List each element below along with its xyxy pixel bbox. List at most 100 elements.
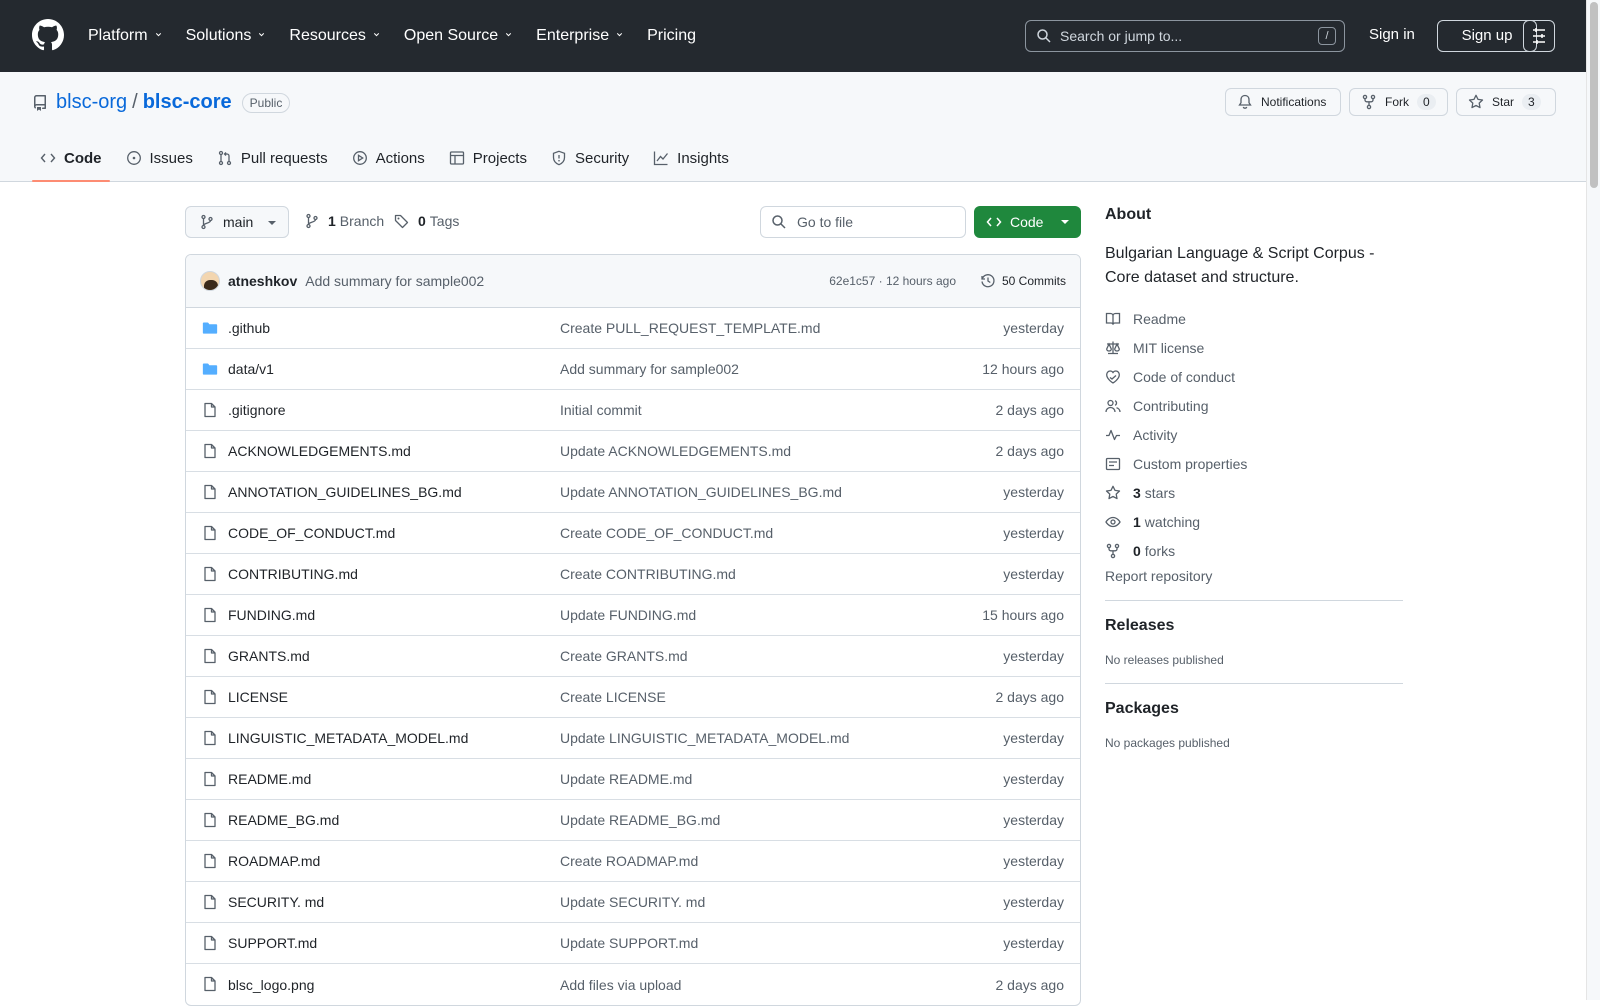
file-name-link[interactable]: .github	[228, 320, 270, 336]
table-row[interactable]: blsc_logo.png Add files via upload 2 days …	[186, 964, 1080, 1005]
table-row[interactable]: CODE_OF_CONDUCT.md Create CODE_OF_CONDUCT…	[186, 513, 1080, 554]
file-commit-message[interactable]: Add files via upload	[560, 977, 681, 993]
sign-in-link[interactable]: Sign in	[1369, 26, 1415, 43]
about-link-readme[interactable]: Readme	[1105, 304, 1403, 333]
file-name-link[interactable]: README.md	[228, 771, 311, 787]
file-name-link[interactable]: GRANTS.md	[228, 648, 310, 664]
search-input[interactable]: Search or jump to... /	[1025, 20, 1345, 52]
file-commit-message[interactable]: Update README_BG.md	[560, 812, 720, 828]
file-commit-message[interactable]: Update FUNDING.md	[560, 607, 696, 623]
tab-code[interactable]: Code	[32, 134, 110, 182]
file-name-link[interactable]: data/v1	[228, 361, 274, 377]
file-commit-message[interactable]: Update ACKNOWLEDGEMENTS.md	[560, 443, 791, 459]
commit-author[interactable]: atneshkov	[228, 273, 297, 289]
tag-label: Tags	[429, 213, 460, 229]
table-row[interactable]: README.md Update README.md yesterday	[186, 759, 1080, 800]
topnav-item-pricing[interactable]: Pricing	[647, 27, 696, 45]
file-commit-message[interactable]: Initial commit	[560, 402, 642, 418]
commit-sha-time[interactable]: 62e1c57 · 12 hours ago	[829, 274, 956, 288]
table-row[interactable]: GRANTS.md Create GRANTS.md yesterday	[186, 636, 1080, 677]
repo-name-link[interactable]: blsc-core	[143, 91, 232, 114]
file-name-link[interactable]: .gitignore	[228, 402, 286, 418]
file-commit-message[interactable]: Update LINGUISTIC_METADATA_MODEL.md	[560, 730, 849, 746]
file-name-link[interactable]: SUPPORT.md	[228, 935, 317, 951]
file-commit-message[interactable]: Create ROADMAP.md	[560, 853, 698, 869]
about-link-code-of-conduct[interactable]: Code of conduct	[1105, 362, 1403, 391]
file-name-link[interactable]: CONTRIBUTING.md	[228, 566, 358, 582]
github-logo-icon[interactable]	[32, 19, 64, 51]
file-commit-message[interactable]: Add summary for sample002	[560, 361, 739, 377]
topnav-item-resources[interactable]: Resources	[289, 27, 383, 45]
fork-button[interactable]: Fork 0	[1349, 88, 1448, 116]
table-row[interactable]: .gitignore Initial commit 2 days ago	[186, 390, 1080, 431]
topnav-item-enterprise[interactable]: Enterprise	[536, 27, 627, 45]
releases-title[interactable]: Releases	[1105, 617, 1403, 635]
tab-projects[interactable]: Projects	[441, 134, 535, 182]
file-name-link[interactable]: FUNDING.md	[228, 607, 315, 623]
about-link-stars[interactable]: 3 stars	[1105, 478, 1403, 507]
star-button[interactable]: Star 3	[1456, 88, 1556, 116]
file-name-link[interactable]: ROADMAP.md	[228, 853, 320, 869]
file-name-link[interactable]: blsc_logo.png	[228, 977, 314, 993]
branches-link[interactable]: 1 Branch	[304, 213, 384, 229]
sign-up-button[interactable]: Sign up	[1437, 20, 1537, 52]
about-link-contributing[interactable]: Contributing	[1105, 391, 1403, 420]
table-row[interactable]: SECURITY. md Update SECURITY. md yesterday	[186, 882, 1080, 923]
repo-owner-link[interactable]: blsc-org	[56, 91, 127, 114]
table-row[interactable]: CONTRIBUTING.md Create CONTRIBUTING.md yes…	[186, 554, 1080, 595]
file-commit-message[interactable]: Create CODE_OF_CONDUCT.md	[560, 525, 773, 541]
file-name-link[interactable]: ACKNOWLEDGEMENTS.md	[228, 443, 411, 459]
tab-pull-requests[interactable]: Pull requests	[209, 134, 336, 182]
table-row[interactable]: .github Create PULL_REQUEST_TEMPLATE.md ye…	[186, 308, 1080, 349]
page-scrollbar[interactable]	[1586, 0, 1600, 1000]
table-row[interactable]: LINGUISTIC_METADATA_MODEL.md Update LINGU…	[186, 718, 1080, 759]
report-repository-link[interactable]: Report repository	[1105, 568, 1403, 584]
tab-security[interactable]: Security	[543, 134, 637, 182]
table-row[interactable]: LICENSE Create LICENSE 2 days ago	[186, 677, 1080, 718]
scrollbar-thumb[interactable]	[1590, 2, 1598, 188]
about-link-custom-properties[interactable]: Custom properties	[1105, 449, 1403, 478]
table-row[interactable]: SUPPORT.md Update SUPPORT.md yesterday	[186, 923, 1080, 964]
table-row[interactable]: ANNOTATION_GUIDELINES_BG.md Update ANNOTA…	[186, 472, 1080, 513]
file-commit-message[interactable]: Create GRANTS.md	[560, 648, 688, 664]
file-icon	[202, 607, 218, 623]
about-link-forks[interactable]: 0 forks	[1105, 536, 1403, 565]
avatar[interactable]	[200, 271, 220, 291]
file-commit-message[interactable]: Update SECURITY. md	[560, 894, 705, 910]
file-name-link[interactable]: README_BG.md	[228, 812, 339, 828]
about-link-watching[interactable]: 1 watching	[1105, 507, 1403, 536]
file-name-link[interactable]: CODE_OF_CONDUCT.md	[228, 525, 395, 541]
file-name-link[interactable]: SECURITY. md	[228, 894, 324, 910]
about-link-mit-license[interactable]: MIT license	[1105, 333, 1403, 362]
topnav-item-solutions[interactable]: Solutions	[186, 27, 270, 45]
file-commit-message[interactable]: Create PULL_REQUEST_TEMPLATE.md	[560, 320, 820, 336]
notifications-button[interactable]: Notifications	[1225, 88, 1341, 116]
code-button[interactable]: Code	[974, 206, 1081, 238]
file-commit-message[interactable]: Update ANNOTATION_GUIDELINES_BG.md	[560, 484, 842, 500]
packages-title[interactable]: Packages	[1105, 700, 1403, 718]
file-commit-message[interactable]: Update SUPPORT.md	[560, 935, 698, 951]
commit-message[interactable]: Add summary for sample002	[305, 273, 484, 289]
table-row[interactable]: ROADMAP.md Create ROADMAP.md yesterday	[186, 841, 1080, 882]
tags-link[interactable]: 0 Tags	[394, 213, 459, 229]
table-row[interactable]: FUNDING.md Update FUNDING.md 15 hours ago	[186, 595, 1080, 636]
file-commit-message[interactable]: Create LICENSE	[560, 689, 666, 705]
tab-insights[interactable]: Insights	[645, 134, 737, 182]
table-row[interactable]: ACKNOWLEDGEMENTS.md Update ACKNOWLEDGEMEN…	[186, 431, 1080, 472]
file-name-link[interactable]: LICENSE	[228, 689, 288, 705]
tab-issues[interactable]: Issues	[118, 134, 201, 182]
file-name-link[interactable]: LINGUISTIC_METADATA_MODEL.md	[228, 730, 468, 746]
tab-actions[interactable]: Actions	[344, 134, 433, 182]
table-row[interactable]: data/v1 Add summary for sample002 12 hours…	[186, 349, 1080, 390]
commits-link[interactable]: 50 Commits	[980, 273, 1066, 289]
table-row[interactable]: README_BG.md Update README_BG.md yesterday	[186, 800, 1080, 841]
branch-selector[interactable]: main	[185, 206, 289, 238]
file-name-link[interactable]: ANNOTATION_GUIDELINES_BG.md	[228, 484, 462, 500]
file-commit-message[interactable]: Update README.md	[560, 771, 692, 787]
about-link-activity[interactable]: Activity	[1105, 420, 1403, 449]
go-to-file-input[interactable]: Go to file	[760, 206, 966, 238]
topnav-item-open-source[interactable]: Open Source	[404, 27, 516, 45]
settings-menu-button[interactable]	[1523, 20, 1555, 52]
file-commit-message[interactable]: Create CONTRIBUTING.md	[560, 566, 736, 582]
topnav-item-platform[interactable]: Platform	[88, 27, 166, 45]
